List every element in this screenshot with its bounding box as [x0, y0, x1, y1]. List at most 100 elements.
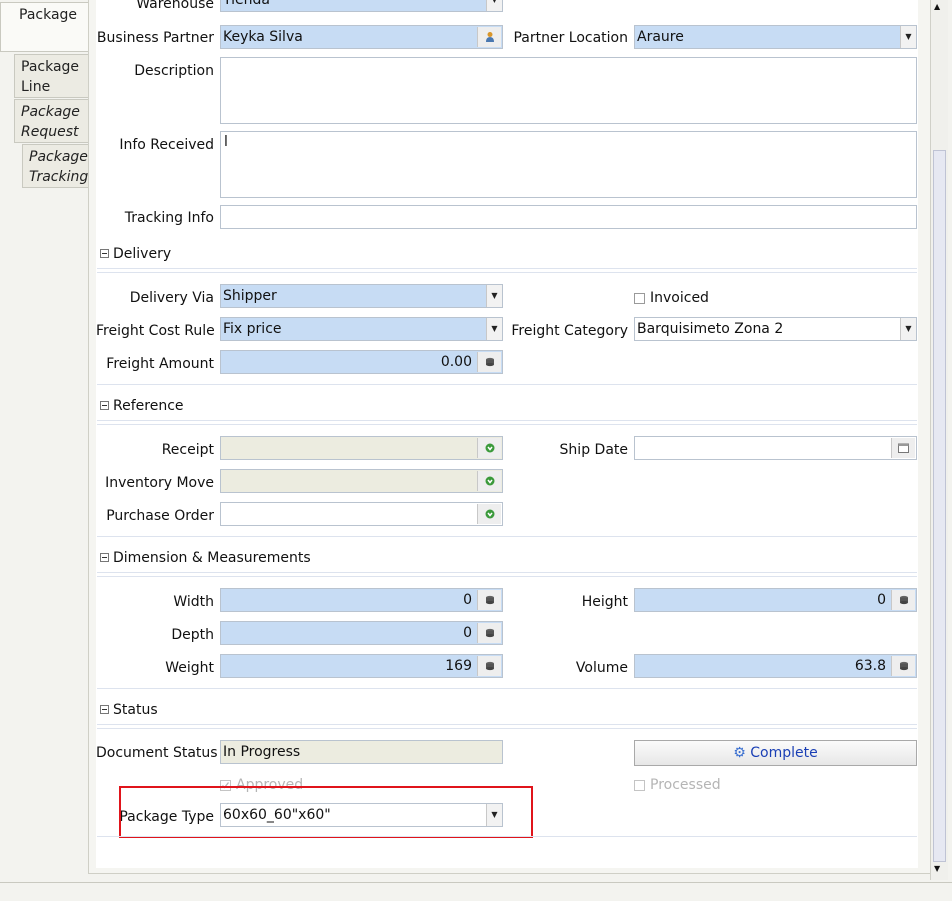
delivery-section-title: Delivery	[113, 246, 172, 262]
width-label: Width	[173, 594, 214, 610]
status-section-header[interactable]: Status	[97, 696, 917, 725]
processed-checkbox: Processed	[634, 775, 721, 795]
tab-strip: Package Package Line Package Request Pac…	[0, 0, 88, 900]
divider	[97, 384, 917, 385]
chevron-down-icon[interactable]: ▼	[900, 318, 916, 340]
chevron-down-icon[interactable]: ▼	[486, 0, 502, 11]
person-icon[interactable]	[477, 27, 501, 47]
tracking-info-label: Tracking Info	[124, 210, 214, 226]
description-input[interactable]	[220, 57, 917, 124]
tab-package-line[interactable]: Package Line	[14, 54, 88, 98]
complete-button[interactable]: ⚙ Complete	[634, 740, 917, 766]
dimension-section-header[interactable]: Dimension & Measurements	[97, 544, 917, 573]
freight-cost-rule-value: Fix price	[223, 321, 282, 337]
height-label: Height	[581, 594, 628, 610]
weight-label: Weight	[165, 660, 214, 676]
status-section-title: Status	[113, 702, 158, 718]
width-input[interactable]: 0	[220, 588, 503, 612]
reference-section-header[interactable]: Reference	[97, 392, 917, 421]
receipt-label: Receipt	[161, 442, 214, 458]
status-bar	[0, 882, 952, 901]
receipt-field	[220, 436, 503, 460]
calculator-icon[interactable]	[477, 352, 501, 372]
partner-location-label: Partner Location	[513, 30, 628, 46]
calculator-icon[interactable]	[891, 590, 915, 610]
delivery-section-header[interactable]: Delivery	[97, 240, 917, 269]
divider	[97, 836, 917, 837]
invoiced-checkbox[interactable]: Invoiced	[634, 288, 709, 308]
partner-location-value: Araure	[637, 29, 684, 45]
calculator-icon[interactable]	[891, 656, 915, 676]
gear-icon: ⚙	[733, 745, 746, 761]
tracking-info-input[interactable]	[220, 205, 917, 229]
business-partner-label: Business Partner	[96, 30, 214, 46]
collapse-icon[interactable]	[100, 553, 109, 562]
delivery-via-label: Delivery Via	[129, 290, 214, 306]
chevron-down-icon[interactable]: ▼	[486, 318, 502, 340]
freight-category-value: Barquisimeto Zona 2	[637, 321, 784, 337]
invoiced-label: Invoiced	[650, 290, 709, 306]
volume-value: 63.8	[854, 658, 886, 674]
tab-package-request-label: Package Request	[21, 104, 80, 140]
volume-input[interactable]: 63.8	[634, 654, 917, 678]
ship-date-input[interactable]	[634, 436, 917, 460]
tab-package-request[interactable]: Package Request	[14, 99, 88, 143]
warehouse-field[interactable]: Tienda ▼	[220, 0, 503, 12]
business-partner-field[interactable]: Keyka Silva	[220, 25, 503, 49]
zoom-arrow-icon[interactable]	[477, 438, 501, 458]
depth-label: Depth	[171, 627, 214, 643]
divider	[97, 728, 917, 729]
scrollbar-thumb[interactable]	[933, 150, 946, 862]
depth-value: 0	[463, 625, 472, 641]
calculator-icon[interactable]	[477, 623, 501, 643]
scroll-down-icon[interactable]: ▼	[934, 864, 940, 873]
divider	[97, 424, 917, 425]
calculator-icon[interactable]	[477, 590, 501, 610]
chevron-down-icon[interactable]: ▼	[486, 285, 502, 307]
document-status-label: Document Status	[96, 745, 218, 761]
vertical-scrollbar[interactable]: ▲ ▼	[930, 0, 948, 880]
tab-package[interactable]: Package	[0, 2, 88, 52]
highlight-box	[119, 786, 533, 838]
delivery-via-select[interactable]: Shipper ▼	[220, 284, 503, 308]
warehouse-label: Warehouse	[136, 0, 214, 12]
purchase-order-input[interactable]	[220, 502, 503, 526]
info-received-input[interactable]: l	[220, 131, 917, 198]
freight-amount-value: 0.00	[440, 354, 472, 370]
weight-input[interactable]: 169	[220, 654, 503, 678]
divider	[97, 576, 917, 577]
freight-cost-rule-select[interactable]: Fix price ▼	[220, 317, 503, 341]
calculator-icon[interactable]	[477, 656, 501, 676]
calendar-icon[interactable]	[891, 438, 915, 458]
freight-amount-input[interactable]: 0.00	[220, 350, 503, 374]
freight-cost-rule-label: Freight Cost Rule	[96, 323, 215, 339]
tab-package-tracking-label: Package Tracking	[29, 149, 89, 185]
collapse-icon[interactable]	[100, 401, 109, 410]
freight-amount-label: Freight Amount	[106, 356, 214, 372]
height-value: 0	[877, 592, 886, 608]
tab-package-line-label: Package Line	[21, 59, 80, 95]
checkbox-box	[634, 779, 645, 791]
zoom-arrow-icon[interactable]	[477, 504, 501, 524]
scroll-up-icon[interactable]: ▲	[934, 2, 940, 11]
volume-label: Volume	[575, 660, 628, 676]
freight-category-select[interactable]: Barquisimeto Zona 2 ▼	[634, 317, 917, 341]
freight-category-label: Freight Category	[511, 323, 628, 339]
divider	[97, 536, 917, 537]
dimension-section-title: Dimension & Measurements	[113, 550, 311, 566]
height-input[interactable]: 0	[634, 588, 917, 612]
width-value: 0	[463, 592, 472, 608]
inventory-move-label: Inventory Move	[105, 475, 214, 491]
zoom-arrow-icon[interactable]	[477, 471, 501, 491]
collapse-icon[interactable]	[100, 249, 109, 258]
partner-location-field[interactable]: Araure ▼	[634, 25, 917, 49]
checkbox-box[interactable]	[634, 292, 645, 304]
delivery-via-value: Shipper	[223, 288, 277, 304]
warehouse-value: Tienda	[223, 0, 270, 8]
depth-input[interactable]: 0	[220, 621, 503, 645]
description-label: Description	[134, 63, 214, 79]
collapse-icon[interactable]	[100, 705, 109, 714]
tab-package-tracking[interactable]: Package Tracking	[22, 144, 88, 188]
chevron-down-icon[interactable]: ▼	[900, 26, 916, 48]
divider	[97, 272, 917, 273]
